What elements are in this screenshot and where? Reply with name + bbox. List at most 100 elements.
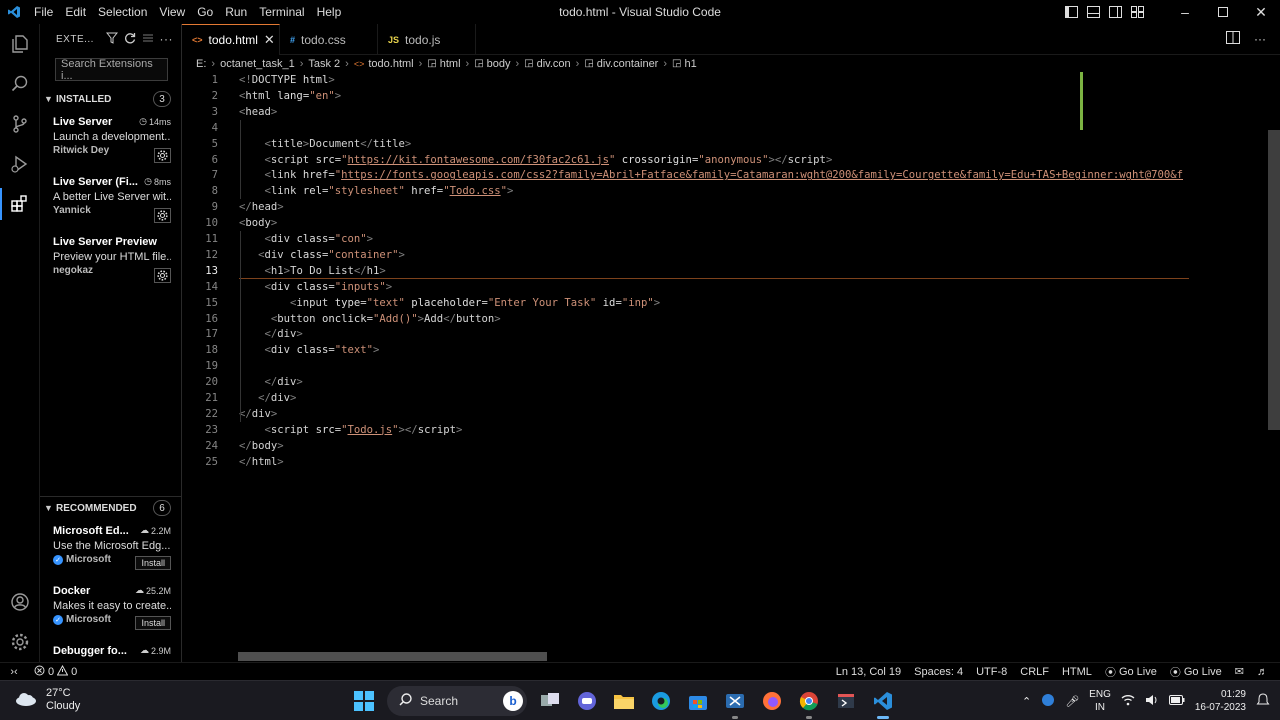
extension-settings-gear-icon[interactable] — [154, 268, 171, 283]
refresh-icon[interactable] — [124, 32, 136, 47]
breadcrumb-item[interactable]: body — [487, 58, 511, 70]
toggle-secondary-sidebar-icon[interactable] — [1104, 0, 1126, 24]
explorer-icon[interactable] — [0, 24, 40, 64]
menu-help[interactable]: Help — [311, 0, 348, 24]
clock[interactable]: 01:29 16-07-2023 — [1195, 688, 1246, 714]
input-language[interactable]: ENG IN — [1089, 688, 1111, 714]
chrome-icon[interactable] — [795, 687, 823, 719]
extension-settings-gear-icon[interactable] — [154, 148, 171, 163]
firefox-icon[interactable] — [758, 687, 786, 715]
installed-section-header[interactable]: ▼ INSTALLED 3 — [40, 88, 181, 110]
volume-icon[interactable] — [1145, 694, 1159, 709]
code-text[interactable]: <input type="text" placeholder="Enter Yo… — [239, 295, 660, 311]
indentation[interactable]: Spaces: 4 — [914, 666, 963, 678]
breadcrumb-item[interactable]: html — [440, 58, 461, 70]
code-line[interactable]: 4 — [182, 120, 1188, 136]
code-line[interactable]: 24 </body> — [182, 438, 1188, 454]
code-line[interactable]: 8 <link rel="stylesheet" href="Todo.css"… — [182, 183, 1188, 199]
settings-gear-icon[interactable] — [0, 622, 40, 662]
feedback-icon[interactable]: ✉ — [1235, 665, 1244, 678]
code-text[interactable]: <div class="text"> — [239, 342, 380, 358]
breadcrumb-item[interactable]: h1 — [684, 58, 696, 70]
weather-widget[interactable]: 27°C Cloudy — [14, 687, 80, 713]
code-text[interactable]: </div> — [239, 374, 303, 390]
code-text[interactable]: </html> — [239, 454, 284, 470]
tray-app-icon[interactable] — [1041, 693, 1055, 710]
minimize-icon[interactable]: – — [1166, 0, 1204, 24]
start-menu-icon[interactable] — [350, 687, 378, 715]
source-control-icon[interactable] — [0, 104, 40, 144]
menu-terminal[interactable]: Terminal — [253, 0, 310, 24]
code-line[interactable]: 19 — [182, 358, 1188, 374]
code-line[interactable]: 3 <head> — [182, 104, 1188, 120]
tab-todo-js[interactable]: JS todo.js — [378, 24, 476, 55]
more-actions-icon[interactable]: ··· — [160, 32, 174, 46]
tab-todo-css[interactable]: # todo.css — [280, 24, 378, 55]
code-text[interactable]: </head> — [239, 199, 284, 215]
code-text[interactable]: </div> — [239, 326, 303, 342]
vscode-taskbar-icon[interactable] — [869, 687, 897, 719]
extension-item[interactable]: Live Server Preview Preview your HTML fi… — [40, 230, 181, 290]
code-line[interactable]: 23 <script src="Todo.js"></script> — [182, 422, 1188, 438]
search-icon[interactable] — [0, 64, 40, 104]
teams-chat-icon[interactable] — [573, 687, 601, 715]
code-line[interactable]: 16 <button onclick="Add()">Add</button> — [182, 311, 1188, 327]
code-line[interactable]: 6 <script src="https://kit.fontawesome.c… — [182, 152, 1188, 168]
app-window-icon[interactable] — [832, 687, 860, 715]
language-mode[interactable]: HTML — [1062, 666, 1092, 678]
breadcrumb-item[interactable]: Task 2 — [308, 58, 340, 70]
extension-settings-gear-icon[interactable] — [154, 208, 171, 223]
customize-layout-icon[interactable] — [1126, 0, 1148, 24]
microsoft-store-icon[interactable] — [684, 687, 712, 715]
code-text[interactable]: </div> — [239, 406, 277, 422]
code-line[interactable]: 12 <div class="container"> — [182, 247, 1188, 263]
menu-view[interactable]: View — [153, 0, 191, 24]
go-live-button[interactable]: ⦿ Go Live — [1170, 664, 1222, 680]
install-button[interactable]: Install — [135, 616, 171, 630]
filter-icon[interactable] — [105, 32, 118, 47]
extension-item[interactable]: Live Server ◷ 14ms Launch a development..… — [40, 110, 181, 170]
menu-file[interactable]: File — [28, 0, 59, 24]
code-text[interactable]: </body> — [239, 438, 284, 454]
code-editor[interactable]: 1 <!DOCTYPE html> 2 <html lang="en"> 3 <head>… — [182, 72, 1280, 662]
remote-icon[interactable]: ›‹ — [0, 666, 28, 678]
breadcrumb-item[interactable]: octanet_task_1 — [220, 58, 295, 70]
microphone-icon[interactable]: 🎤︎ — [1065, 695, 1079, 708]
close-tab-icon[interactable]: ✕ — [264, 32, 275, 48]
code-line[interactable]: 7 <link href="https://fonts.googleapis.c… — [182, 167, 1188, 183]
split-editor-icon[interactable] — [1226, 31, 1240, 47]
code-text[interactable]: </div> — [239, 390, 296, 406]
more-actions-icon[interactable]: ··· — [1254, 32, 1266, 46]
run-debug-icon[interactable] — [0, 144, 40, 184]
maximize-icon[interactable] — [1204, 0, 1242, 24]
code-line[interactable]: 11 <div class="con"> — [182, 231, 1188, 247]
file-explorer-icon[interactable] — [610, 687, 638, 715]
code-text[interactable]: <link rel="stylesheet" href="Todo.css"> — [239, 183, 514, 199]
code-text[interactable]: <script src="Todo.js"></script> — [239, 422, 463, 438]
wifi-icon[interactable] — [1121, 694, 1135, 709]
menu-go[interactable]: Go — [191, 0, 219, 24]
code-text[interactable]: <div class="container"> — [239, 247, 405, 263]
breadcrumb-item[interactable]: div.container — [597, 58, 659, 70]
show-hidden-icons-chevron[interactable]: ⌃ — [1022, 695, 1031, 708]
code-line[interactable]: 25 </html> — [182, 454, 1188, 470]
accounts-icon[interactable] — [0, 582, 40, 622]
breadcrumb-item[interactable]: E: — [196, 58, 206, 70]
toggle-primary-sidebar-icon[interactable] — [1060, 0, 1082, 24]
clear-icon[interactable] — [142, 32, 154, 47]
problems-indicator[interactable]: 0 0 — [34, 664, 77, 679]
code-line[interactable]: 9 </head> — [182, 199, 1188, 215]
notification-center-icon[interactable] — [1256, 692, 1270, 710]
code-line[interactable]: 14 <div class="inputs"> — [182, 279, 1188, 295]
code-text[interactable]: <button onclick="Add()">Add</button> — [239, 311, 501, 327]
code-line[interactable]: 1 <!DOCTYPE html> — [182, 72, 1188, 88]
extension-item[interactable]: Docker ☁ 25.2M Makes it easy to create...… — [40, 579, 181, 639]
cursor-position[interactable]: Ln 13, Col 19 — [836, 666, 901, 678]
code-line[interactable]: 2 <html lang="en"> — [182, 88, 1188, 104]
code-text[interactable]: <head> — [239, 104, 277, 120]
notifications-bell-icon[interactable]: ♬ — [1257, 666, 1268, 678]
edge-browser-icon[interactable] — [647, 687, 675, 715]
encoding[interactable]: UTF-8 — [976, 666, 1007, 678]
code-line[interactable]: 21 </div> — [182, 390, 1188, 406]
extensions-icon[interactable] — [0, 184, 40, 224]
